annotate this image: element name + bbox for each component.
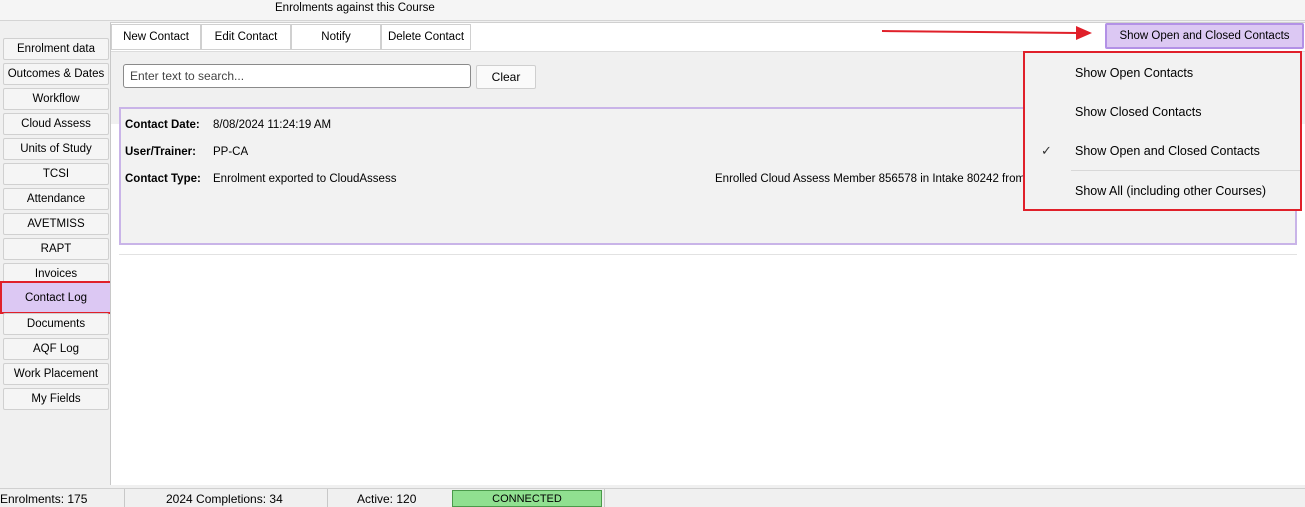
sidebar-tab-my-fields[interactable]: My Fields — [3, 388, 109, 410]
contact-date-label: Contact Date: — [125, 119, 200, 131]
sidebar-tab-contact-log[interactable]: Contact Log — [0, 281, 112, 314]
status-separator — [124, 489, 125, 507]
status-separator — [604, 489, 605, 507]
sidebar-tab-documents[interactable]: Documents — [3, 313, 109, 335]
menu-separator — [1071, 170, 1300, 171]
clear-button[interactable]: Clear — [476, 65, 536, 89]
contact-date-row: Contact Date: 8/08/2024 11:24:19 AM — [125, 119, 331, 131]
contact-user-value: PP-CA — [213, 146, 249, 158]
contact-user-row: User/Trainer: PP-CA — [125, 146, 248, 158]
edit-contact-button[interactable]: Edit Contact — [201, 24, 291, 50]
sidebar-tab-enrolment-data[interactable]: Enrolment data — [3, 38, 109, 60]
menu-item-label: Show Open and Closed Contacts — [1075, 144, 1260, 158]
window-title: Enrolments against this Course — [275, 2, 435, 14]
menu-item-label: Show Open Contacts — [1075, 66, 1194, 80]
new-contact-button[interactable]: New Contact — [111, 24, 201, 50]
sidebar-tab-tcsi[interactable]: TCSI — [3, 163, 109, 185]
contact-note: Enrolled Cloud Assess Member 856578 in I… — [715, 173, 1045, 185]
menu-item-show-closed[interactable]: Show Closed Contacts — [1025, 93, 1300, 131]
sidebar-tab-aqf-log[interactable]: AQF Log — [3, 338, 109, 360]
status-separator — [327, 489, 328, 507]
annotation-arrow-icon — [881, 26, 1092, 40]
search-input[interactable] — [123, 64, 471, 88]
sidebar: Enrolment data Outcomes & Dates Workflow… — [0, 22, 112, 488]
contact-type-row: Contact Type: Enrolment exported to Clou… — [125, 173, 396, 185]
status-bar: Enrolments: 175 2024 Completions: 34 Act… — [0, 488, 1305, 507]
contact-user-label: User/Trainer: — [125, 146, 196, 158]
status-enrolments: Enrolments: 175 — [0, 492, 88, 506]
contacts-filter-menu: Show Open Contacts Show Closed Contacts … — [1023, 51, 1302, 211]
sidebar-tab-units-of-study[interactable]: Units of Study — [3, 138, 109, 160]
menu-item-label: Show All (including other Courses) — [1075, 184, 1267, 198]
show-contacts-filter-button[interactable]: Show Open and Closed Contacts — [1105, 23, 1304, 49]
menu-item-show-open-and-closed[interactable]: ✓ Show Open and Closed Contacts — [1025, 132, 1300, 170]
status-active: Active: 120 — [357, 492, 417, 506]
delete-contact-button[interactable]: Delete Contact — [381, 24, 471, 50]
sidebar-tab-outcomes-dates[interactable]: Outcomes & Dates — [3, 63, 109, 85]
sidebar-tab-cloud-assess[interactable]: Cloud Assess — [3, 113, 109, 135]
window-title-bar: Enrolments against this Course — [0, 0, 1305, 21]
connection-status-badge: CONNECTED — [452, 490, 602, 507]
sidebar-tab-avetmiss[interactable]: AVETMISS — [3, 213, 109, 235]
menu-item-show-open[interactable]: Show Open Contacts — [1025, 54, 1300, 92]
checkmark-icon: ✓ — [1041, 143, 1052, 158]
menu-item-show-all[interactable]: Show All (including other Courses) — [1025, 172, 1300, 210]
status-completions: 2024 Completions: 34 — [166, 492, 283, 506]
contact-date-value: 8/08/2024 11:24:19 AM — [213, 119, 332, 131]
sidebar-tab-rapt[interactable]: RAPT — [3, 238, 109, 260]
sidebar-tab-attendance[interactable]: Attendance — [3, 188, 109, 210]
contact-type-label: Contact Type: — [125, 173, 201, 185]
contact-type-value: Enrolment exported to CloudAssess — [213, 173, 397, 185]
divider — [119, 254, 1297, 255]
menu-item-label: Show Closed Contacts — [1075, 105, 1202, 119]
sidebar-tab-work-placement[interactable]: Work Placement — [3, 363, 109, 385]
notify-button[interactable]: Notify — [291, 24, 381, 50]
sidebar-tab-workflow[interactable]: Workflow — [3, 88, 109, 110]
